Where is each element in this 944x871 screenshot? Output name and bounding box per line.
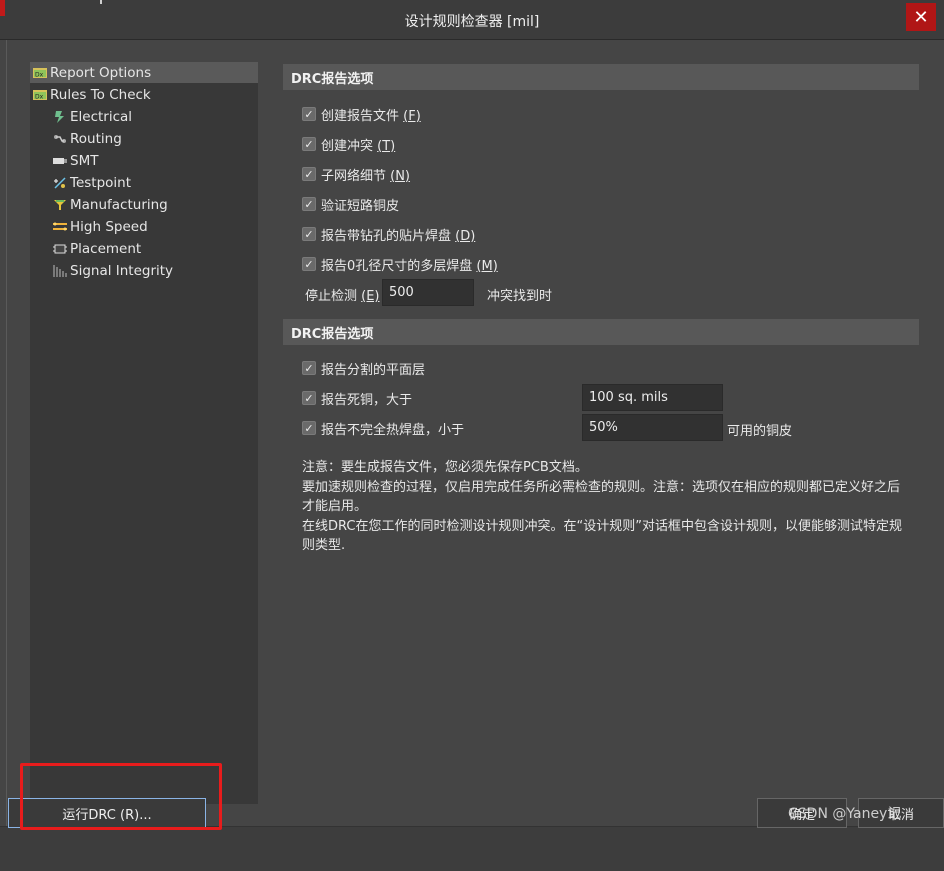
note-line: 要加速规则检查的过程，仅启用完成任务所必需检查的规则。注意：选项仅在相应的规则都…: [302, 479, 901, 515]
manufacturing-icon: [52, 198, 68, 212]
tree-item-placement[interactable]: Placement: [52, 238, 141, 259]
cancel-button[interactable]: 取消: [858, 798, 944, 828]
option-report-zero-hole-multilayer-pads[interactable]: ✓ 报告0孔径尺寸的多层焊盘 (M): [302, 253, 498, 275]
option-verify-shorting-copper[interactable]: ✓ 验证短路铜皮: [302, 193, 399, 215]
close-icon: ✕: [913, 6, 929, 28]
option-report-split-plane[interactable]: ✓ 报告分割的平面层: [302, 357, 425, 379]
option-report-dead-copper[interactable]: ✓ 报告死铜，大于: [302, 387, 412, 409]
title-bar: 设计规则检查器 [mil] ✕: [0, 0, 944, 40]
checkbox[interactable]: ✓: [302, 227, 316, 241]
thermal-percent-input[interactable]: 50%: [582, 414, 723, 441]
tree-item-electrical[interactable]: Electrical: [52, 106, 132, 127]
tree-item-signal-integrity[interactable]: Signal Integrity: [52, 260, 173, 281]
option-label: 子网络细节 (N): [321, 168, 411, 184]
tree-item-label: SMT: [70, 152, 99, 169]
routing-icon: [52, 132, 68, 146]
checkbox[interactable]: ✓: [302, 257, 316, 271]
tree-item-rules-to-check[interactable]: Dx Rules To Check: [30, 84, 258, 105]
electrical-icon: [52, 110, 68, 124]
option-report-drilled-smt-pads[interactable]: ✓ 报告带钻孔的贴片焊盘 (D): [302, 223, 475, 245]
smt-icon: [52, 154, 68, 168]
background-window-line: [100, 0, 102, 4]
tree-item-label: Routing: [70, 130, 122, 147]
window-title: 设计规则检查器 [mil]: [404, 14, 540, 30]
checkbox[interactable]: ✓: [302, 421, 316, 435]
section-header-report-options-2: DRC报告选项: [283, 319, 919, 345]
button-bar: [0, 826, 944, 871]
notes-text: 注意：要生成报告文件，您必须先保存PCB文档。 要加速规则检查的过程，仅启用完成…: [302, 458, 912, 556]
rules-to-check-icon: Dx: [32, 88, 48, 102]
stop-count-input[interactable]: 500: [382, 279, 474, 306]
option-create-violations[interactable]: ✓ 创建冲突 (T): [302, 133, 395, 155]
checkbox[interactable]: ✓: [302, 167, 316, 181]
checkbox[interactable]: ✓: [302, 107, 316, 121]
tree-item-label: High Speed: [70, 218, 148, 235]
tree-item-label: Signal Integrity: [70, 262, 174, 279]
close-button[interactable]: ✕: [906, 3, 936, 31]
thermal-suffix-label: 可用的铜皮: [727, 424, 793, 439]
tree-item-report-options[interactable]: Dx Report Options: [30, 62, 258, 83]
tree-item-smt[interactable]: SMT: [52, 150, 98, 171]
dead-copper-size-input[interactable]: 100 sq. mils: [582, 384, 723, 411]
section-header-report-options: DRC报告选项: [283, 64, 919, 90]
tree-item-label: Electrical: [70, 108, 133, 125]
tree-item-label: Report Options: [50, 64, 152, 81]
note-line: 注意：要生成报告文件，您必须先保存PCB文档。: [302, 460, 588, 475]
option-label: 报告0孔径尺寸的多层焊盘 (M): [321, 258, 498, 274]
option-label: 报告分割的平面层: [321, 362, 426, 378]
option-label: 报告带钻孔的贴片焊盘 (D): [321, 228, 476, 244]
stop-detect-label: 停止检测 (E): [305, 289, 380, 304]
option-report-incomplete-thermal[interactable]: ✓ 报告不完全热焊盘，小于: [302, 417, 464, 439]
placement-icon: [52, 242, 68, 256]
stop-suffix-label: 冲突找到时: [487, 289, 553, 304]
signal-integrity-icon: [52, 264, 68, 278]
option-subnet-details[interactable]: ✓ 子网络细节 (N): [302, 163, 410, 185]
tree-item-label: Testpoint: [70, 174, 132, 191]
ok-button[interactable]: 确定: [757, 798, 847, 828]
tree-item-label: Placement: [70, 240, 142, 257]
tree-item-manufacturing[interactable]: Manufacturing: [52, 194, 168, 215]
drc-dialog: Dx Report Options Dx Rules To Check Elec…: [0, 40, 944, 871]
svg-text:Dx: Dx: [35, 93, 44, 100]
option-label: 报告不完全热焊盘，小于: [321, 422, 465, 438]
testpoint-icon: [52, 176, 68, 190]
rules-tree: Dx Report Options Dx Rules To Check Elec…: [30, 62, 258, 804]
checkbox[interactable]: ✓: [302, 197, 316, 211]
tree-item-label: Manufacturing: [70, 196, 168, 213]
high-speed-icon: [52, 220, 68, 234]
tree-item-high-speed[interactable]: High Speed: [52, 216, 148, 237]
option-label: 创建报告文件 (F): [321, 108, 421, 124]
option-label: 验证短路铜皮: [321, 198, 400, 214]
checkbox[interactable]: ✓: [302, 391, 316, 405]
report-options-icon: Dx: [32, 66, 48, 80]
option-label: 创建冲突 (T): [321, 138, 396, 154]
checkbox[interactable]: ✓: [302, 137, 316, 151]
svg-text:Dx: Dx: [35, 71, 44, 78]
checkbox[interactable]: ✓: [302, 361, 316, 375]
run-drc-button[interactable]: 运行DRC (R)...: [8, 798, 206, 828]
option-label: 报告死铜，大于: [321, 392, 413, 408]
left-border: [6, 40, 7, 826]
option-create-report-file[interactable]: ✓ 创建报告文件 (F): [302, 103, 421, 125]
tree-item-label: Rules To Check: [50, 86, 151, 103]
tree-item-routing[interactable]: Routing: [52, 128, 122, 149]
tree-item-testpoint[interactable]: Testpoint: [52, 172, 131, 193]
note-line: 在线DRC在您工作的同时检测设计规则冲突。在“设计规则”对话框中包含设计规则，以…: [302, 518, 902, 554]
